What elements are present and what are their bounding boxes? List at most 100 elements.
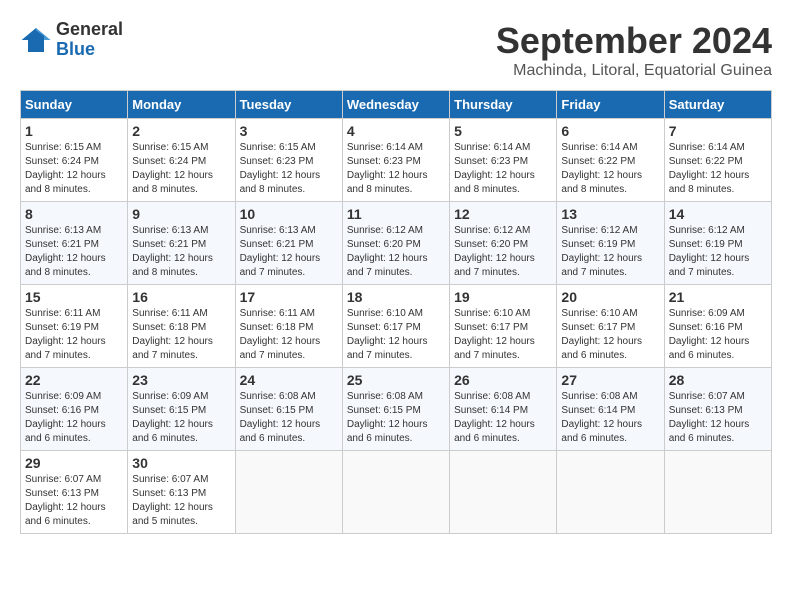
col-tuesday: Tuesday	[235, 91, 342, 119]
day-info: Sunrise: 6:14 AM Sunset: 6:22 PM Dayligh…	[669, 141, 767, 197]
day-info: Sunrise: 6:10 AM Sunset: 6:17 PM Dayligh…	[561, 307, 659, 363]
calendar-cell: 13 Sunrise: 6:12 AM Sunset: 6:19 PM Dayl…	[557, 202, 664, 285]
calendar-cell: 14 Sunrise: 6:12 AM Sunset: 6:19 PM Dayl…	[664, 202, 771, 285]
calendar-cell: 27 Sunrise: 6:08 AM Sunset: 6:14 PM Dayl…	[557, 368, 664, 451]
day-info: Sunrise: 6:14 AM Sunset: 6:23 PM Dayligh…	[347, 141, 445, 197]
day-info: Sunrise: 6:10 AM Sunset: 6:17 PM Dayligh…	[454, 307, 552, 363]
calendar-cell	[450, 451, 557, 534]
day-number: 28	[669, 372, 767, 388]
calendar-cell: 16 Sunrise: 6:11 AM Sunset: 6:18 PM Dayl…	[128, 285, 235, 368]
calendar-cell: 9 Sunrise: 6:13 AM Sunset: 6:21 PM Dayli…	[128, 202, 235, 285]
logo-icon	[20, 24, 52, 56]
calendar-cell: 7 Sunrise: 6:14 AM Sunset: 6:22 PM Dayli…	[664, 119, 771, 202]
calendar-cell: 21 Sunrise: 6:09 AM Sunset: 6:16 PM Dayl…	[664, 285, 771, 368]
calendar-cell: 23 Sunrise: 6:09 AM Sunset: 6:15 PM Dayl…	[128, 368, 235, 451]
calendar-cell: 6 Sunrise: 6:14 AM Sunset: 6:22 PM Dayli…	[557, 119, 664, 202]
day-number: 12	[454, 206, 552, 222]
day-info: Sunrise: 6:12 AM Sunset: 6:20 PM Dayligh…	[454, 224, 552, 280]
col-sunday: Sunday	[21, 91, 128, 119]
calendar-cell: 12 Sunrise: 6:12 AM Sunset: 6:20 PM Dayl…	[450, 202, 557, 285]
day-number: 4	[347, 123, 445, 139]
day-info: Sunrise: 6:12 AM Sunset: 6:19 PM Dayligh…	[561, 224, 659, 280]
day-number: 2	[132, 123, 230, 139]
col-friday: Friday	[557, 91, 664, 119]
page-header: General Blue September 2024 Machinda, Li…	[20, 20, 772, 80]
calendar-cell: 28 Sunrise: 6:07 AM Sunset: 6:13 PM Dayl…	[664, 368, 771, 451]
calendar-cell: 29 Sunrise: 6:07 AM Sunset: 6:13 PM Dayl…	[21, 451, 128, 534]
calendar-cell: 25 Sunrise: 6:08 AM Sunset: 6:15 PM Dayl…	[342, 368, 449, 451]
day-info: Sunrise: 6:14 AM Sunset: 6:22 PM Dayligh…	[561, 141, 659, 197]
calendar-cell	[664, 451, 771, 534]
day-info: Sunrise: 6:11 AM Sunset: 6:18 PM Dayligh…	[240, 307, 338, 363]
day-info: Sunrise: 6:07 AM Sunset: 6:13 PM Dayligh…	[669, 390, 767, 446]
day-number: 26	[454, 372, 552, 388]
day-number: 17	[240, 289, 338, 305]
calendar-table: Sunday Monday Tuesday Wednesday Thursday…	[20, 90, 772, 534]
calendar-cell: 17 Sunrise: 6:11 AM Sunset: 6:18 PM Dayl…	[235, 285, 342, 368]
day-info: Sunrise: 6:08 AM Sunset: 6:15 PM Dayligh…	[240, 390, 338, 446]
calendar-week-row: 1 Sunrise: 6:15 AM Sunset: 6:24 PM Dayli…	[21, 119, 772, 202]
day-info: Sunrise: 6:11 AM Sunset: 6:19 PM Dayligh…	[25, 307, 123, 363]
day-number: 3	[240, 123, 338, 139]
location-title: Machinda, Litoral, Equatorial Guinea	[496, 62, 772, 80]
calendar-week-row: 29 Sunrise: 6:07 AM Sunset: 6:13 PM Dayl…	[21, 451, 772, 534]
day-info: Sunrise: 6:09 AM Sunset: 6:15 PM Dayligh…	[132, 390, 230, 446]
calendar-cell: 19 Sunrise: 6:10 AM Sunset: 6:17 PM Dayl…	[450, 285, 557, 368]
day-number: 30	[132, 455, 230, 471]
calendar-cell	[342, 451, 449, 534]
day-number: 15	[25, 289, 123, 305]
calendar-cell: 18 Sunrise: 6:10 AM Sunset: 6:17 PM Dayl…	[342, 285, 449, 368]
day-number: 10	[240, 206, 338, 222]
day-info: Sunrise: 6:14 AM Sunset: 6:23 PM Dayligh…	[454, 141, 552, 197]
day-number: 14	[669, 206, 767, 222]
day-info: Sunrise: 6:13 AM Sunset: 6:21 PM Dayligh…	[240, 224, 338, 280]
calendar-cell: 2 Sunrise: 6:15 AM Sunset: 6:24 PM Dayli…	[128, 119, 235, 202]
day-number: 5	[454, 123, 552, 139]
day-info: Sunrise: 6:15 AM Sunset: 6:23 PM Dayligh…	[240, 141, 338, 197]
day-info: Sunrise: 6:11 AM Sunset: 6:18 PM Dayligh…	[132, 307, 230, 363]
calendar-cell: 26 Sunrise: 6:08 AM Sunset: 6:14 PM Dayl…	[450, 368, 557, 451]
calendar-cell: 1 Sunrise: 6:15 AM Sunset: 6:24 PM Dayli…	[21, 119, 128, 202]
day-info: Sunrise: 6:07 AM Sunset: 6:13 PM Dayligh…	[25, 473, 123, 529]
calendar-cell: 11 Sunrise: 6:12 AM Sunset: 6:20 PM Dayl…	[342, 202, 449, 285]
calendar-cell: 4 Sunrise: 6:14 AM Sunset: 6:23 PM Dayli…	[342, 119, 449, 202]
calendar-cell: 8 Sunrise: 6:13 AM Sunset: 6:21 PM Dayli…	[21, 202, 128, 285]
day-info: Sunrise: 6:08 AM Sunset: 6:14 PM Dayligh…	[561, 390, 659, 446]
day-info: Sunrise: 6:08 AM Sunset: 6:15 PM Dayligh…	[347, 390, 445, 446]
day-number: 11	[347, 206, 445, 222]
logo-text-general: General	[56, 20, 123, 40]
col-thursday: Thursday	[450, 91, 557, 119]
logo-text-blue: Blue	[56, 40, 123, 60]
day-number: 24	[240, 372, 338, 388]
month-title: September 2024	[496, 20, 772, 62]
col-wednesday: Wednesday	[342, 91, 449, 119]
title-section: September 2024 Machinda, Litoral, Equato…	[496, 20, 772, 80]
day-number: 16	[132, 289, 230, 305]
calendar-cell: 22 Sunrise: 6:09 AM Sunset: 6:16 PM Dayl…	[21, 368, 128, 451]
day-info: Sunrise: 6:12 AM Sunset: 6:19 PM Dayligh…	[669, 224, 767, 280]
day-info: Sunrise: 6:12 AM Sunset: 6:20 PM Dayligh…	[347, 224, 445, 280]
calendar-cell: 10 Sunrise: 6:13 AM Sunset: 6:21 PM Dayl…	[235, 202, 342, 285]
calendar-header-row: Sunday Monday Tuesday Wednesday Thursday…	[21, 91, 772, 119]
logo: General Blue	[20, 20, 123, 60]
day-number: 18	[347, 289, 445, 305]
day-number: 1	[25, 123, 123, 139]
calendar-cell	[557, 451, 664, 534]
calendar-week-row: 8 Sunrise: 6:13 AM Sunset: 6:21 PM Dayli…	[21, 202, 772, 285]
day-number: 29	[25, 455, 123, 471]
calendar-cell: 5 Sunrise: 6:14 AM Sunset: 6:23 PM Dayli…	[450, 119, 557, 202]
day-number: 7	[669, 123, 767, 139]
day-number: 8	[25, 206, 123, 222]
day-number: 20	[561, 289, 659, 305]
day-number: 25	[347, 372, 445, 388]
calendar-week-row: 15 Sunrise: 6:11 AM Sunset: 6:19 PM Dayl…	[21, 285, 772, 368]
day-info: Sunrise: 6:10 AM Sunset: 6:17 PM Dayligh…	[347, 307, 445, 363]
day-number: 9	[132, 206, 230, 222]
day-number: 22	[25, 372, 123, 388]
col-monday: Monday	[128, 91, 235, 119]
calendar-cell: 30 Sunrise: 6:07 AM Sunset: 6:13 PM Dayl…	[128, 451, 235, 534]
day-info: Sunrise: 6:15 AM Sunset: 6:24 PM Dayligh…	[132, 141, 230, 197]
day-number: 6	[561, 123, 659, 139]
day-info: Sunrise: 6:08 AM Sunset: 6:14 PM Dayligh…	[454, 390, 552, 446]
day-number: 27	[561, 372, 659, 388]
